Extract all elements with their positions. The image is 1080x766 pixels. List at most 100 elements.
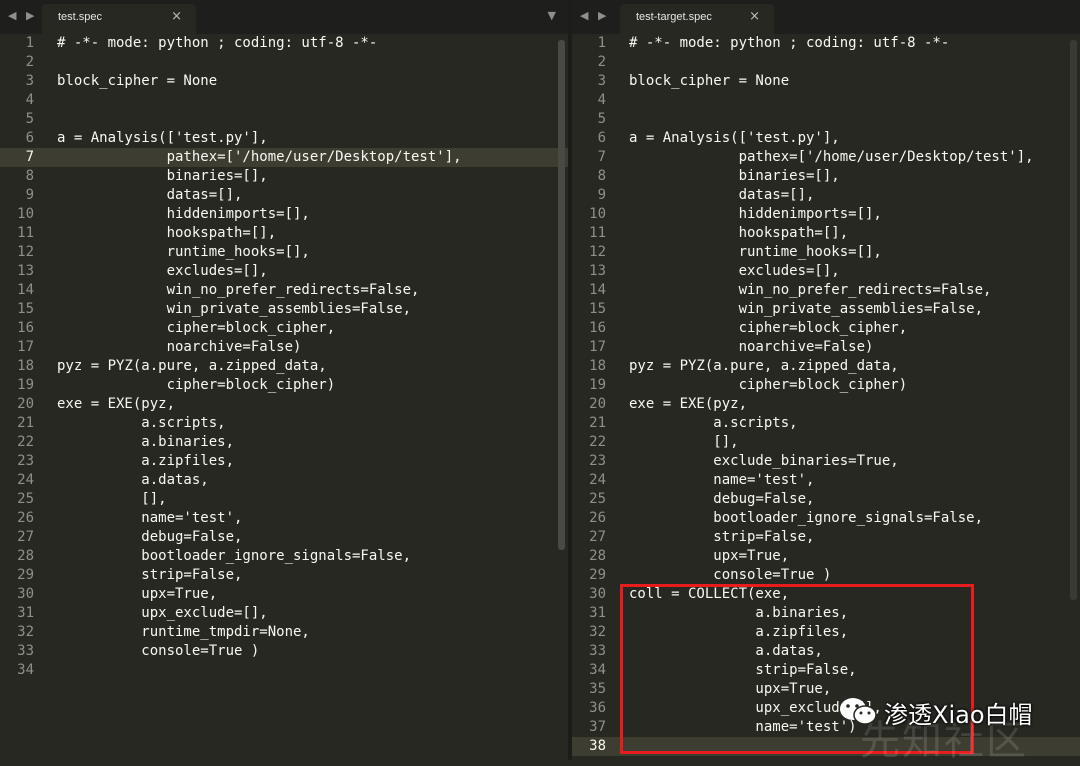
scrollbar[interactable] (1070, 40, 1077, 600)
code-line[interactable]: 36 upx_exclude=[], (572, 699, 1080, 718)
code-line[interactable]: 34 (0, 661, 568, 680)
code-line[interactable]: 21 a.scripts, (0, 414, 568, 433)
code-line[interactable]: 32 a.zipfiles, (572, 623, 1080, 642)
code-line[interactable]: 18 pyz = PYZ(a.pure, a.zipped_data, (0, 357, 568, 376)
code-line[interactable]: 27 debug=False, (0, 528, 568, 547)
code-text: block_cipher = None (629, 73, 790, 89)
code-line[interactable]: 16 cipher=block_cipher, (0, 319, 568, 338)
tab-dropdown-icon[interactable]: ▼ (548, 9, 556, 22)
code-line[interactable]: 9 datas=[], (572, 186, 1080, 205)
code-line[interactable]: 22 [], (572, 433, 1080, 452)
code-line[interactable]: 8 binaries=[], (572, 167, 1080, 186)
code-text: strip=False, (57, 567, 243, 583)
left-code-editor[interactable]: 1 # -*- mode: python ; coding: utf-8 -*- 2… (0, 34, 568, 760)
code-line[interactable]: 11 hookspath=[], (0, 224, 568, 243)
code-text: hiddenimports=[], (57, 206, 310, 222)
code-line[interactable]: 22 a.binaries, (0, 433, 568, 452)
tab-test-target-spec[interactable]: test-target.spec × (620, 4, 774, 34)
code-line[interactable]: 15 win_private_assemblies=False, (572, 300, 1080, 319)
line-number: 2 (25, 54, 34, 70)
code-line[interactable]: 1 # -*- mode: python ; coding: utf-8 -*- (572, 34, 1080, 53)
code-line[interactable]: 13 excludes=[], (572, 262, 1080, 281)
code-line[interactable]: 28 bootloader_ignore_signals=False, (0, 547, 568, 566)
code-line[interactable]: 12 runtime_hooks=[], (572, 243, 1080, 262)
line-number: 20 (17, 396, 34, 412)
code-line[interactable]: 35 upx=True, (572, 680, 1080, 699)
close-icon[interactable]: × (171, 9, 182, 24)
tab-nav-arrows[interactable]: ◀ ▶ (580, 9, 609, 22)
code-text: runtime_tmpdir=None, (57, 624, 310, 640)
code-line[interactable]: 14 win_no_prefer_redirects=False, (572, 281, 1080, 300)
code-line[interactable]: 10 hiddenimports=[], (572, 205, 1080, 224)
code-line[interactable]: 8 binaries=[], (0, 167, 568, 186)
code-line[interactable]: 24 a.datas, (0, 471, 568, 490)
code-text: cipher=block_cipher, (629, 320, 908, 336)
code-line[interactable]: 10 hiddenimports=[], (0, 205, 568, 224)
code-line[interactable]: 19 cipher=block_cipher) (0, 376, 568, 395)
code-text: a.binaries, (57, 434, 235, 450)
code-line[interactable]: 5 (0, 110, 568, 129)
code-line[interactable]: 33 console=True ) (0, 642, 568, 661)
code-line[interactable]: 26 bootloader_ignore_signals=False, (572, 509, 1080, 528)
code-line[interactable]: 28 upx=True, (572, 547, 1080, 566)
code-line[interactable]: 29 strip=False, (0, 566, 568, 585)
code-text: debug=False, (57, 529, 243, 545)
code-line[interactable]: 3 block_cipher = None (0, 72, 568, 91)
code-line[interactable]: 34 strip=False, (572, 661, 1080, 680)
code-line[interactable]: 17 noarchive=False) (0, 338, 568, 357)
code-line[interactable]: 20 exe = EXE(pyz, (0, 395, 568, 414)
code-line[interactable]: 12 runtime_hooks=[], (0, 243, 568, 262)
code-text: win_no_prefer_redirects=False, (57, 282, 420, 298)
tab-nav-arrows[interactable]: ◀ ▶ (8, 9, 37, 22)
code-line[interactable]: 1 # -*- mode: python ; coding: utf-8 -*- (0, 34, 568, 53)
code-line[interactable]: 20 exe = EXE(pyz, (572, 395, 1080, 414)
line-number: 23 (17, 453, 34, 469)
code-line[interactable]: 4 (572, 91, 1080, 110)
code-line[interactable]: 6 a = Analysis(['test.py'], (0, 129, 568, 148)
code-line[interactable]: 2 (572, 53, 1080, 72)
code-line[interactable]: 30 coll = COLLECT(exe, (572, 585, 1080, 604)
code-line[interactable]: 3 block_cipher = None (572, 72, 1080, 91)
code-line[interactable]: 27 strip=False, (572, 528, 1080, 547)
scrollbar[interactable] (558, 40, 565, 550)
code-text: upx_exclude=[], (57, 605, 268, 621)
code-line[interactable]: 31 upx_exclude=[], (0, 604, 568, 623)
code-line[interactable]: 14 win_no_prefer_redirects=False, (0, 281, 568, 300)
code-line[interactable]: 4 (0, 91, 568, 110)
code-line[interactable]: 6 a = Analysis(['test.py'], (572, 129, 1080, 148)
code-line[interactable]: 25 [], (0, 490, 568, 509)
code-line[interactable]: 30 upx=True, (0, 585, 568, 604)
code-line[interactable]: 29 console=True ) (572, 566, 1080, 585)
code-line[interactable]: 33 a.datas, (572, 642, 1080, 661)
line-number: 38 (589, 738, 606, 754)
code-line[interactable]: 11 hookspath=[], (572, 224, 1080, 243)
code-line[interactable]: 9 datas=[], (0, 186, 568, 205)
code-text: win_private_assemblies=False, (629, 301, 984, 317)
close-icon[interactable]: × (749, 9, 760, 24)
code-line[interactable]: 32 runtime_tmpdir=None, (0, 623, 568, 642)
code-line[interactable]: 7 pathex=['/home/user/Desktop/test'], (0, 148, 568, 167)
code-line[interactable]: 38 (572, 737, 1080, 756)
code-line[interactable]: 5 (572, 110, 1080, 129)
line-number: 24 (17, 472, 34, 488)
code-line[interactable]: 26 name='test', (0, 509, 568, 528)
code-line[interactable]: 13 excludes=[], (0, 262, 568, 281)
code-line[interactable]: 16 cipher=block_cipher, (572, 319, 1080, 338)
code-line[interactable]: 31 a.binaries, (572, 604, 1080, 623)
code-line[interactable]: 21 a.scripts, (572, 414, 1080, 433)
code-text: strip=False, (629, 529, 815, 545)
code-line[interactable]: 23 a.zipfiles, (0, 452, 568, 471)
code-line[interactable]: 23 exclude_binaries=True, (572, 452, 1080, 471)
code-line[interactable]: 37 name='test') (572, 718, 1080, 737)
code-line[interactable]: 25 debug=False, (572, 490, 1080, 509)
right-code-editor[interactable]: 1 # -*- mode: python ; coding: utf-8 -*- 2… (572, 34, 1080, 760)
code-line[interactable]: 17 noarchive=False) (572, 338, 1080, 357)
tab-test-spec[interactable]: test.spec × (42, 4, 196, 34)
code-line[interactable]: 2 (0, 53, 568, 72)
code-line[interactable]: 24 name='test', (572, 471, 1080, 490)
code-line[interactable]: 18 pyz = PYZ(a.pure, a.zipped_data, (572, 357, 1080, 376)
line-number: 35 (589, 681, 606, 697)
code-line[interactable]: 7 pathex=['/home/user/Desktop/test'], (572, 148, 1080, 167)
code-line[interactable]: 15 win_private_assemblies=False, (0, 300, 568, 319)
code-line[interactable]: 19 cipher=block_cipher) (572, 376, 1080, 395)
